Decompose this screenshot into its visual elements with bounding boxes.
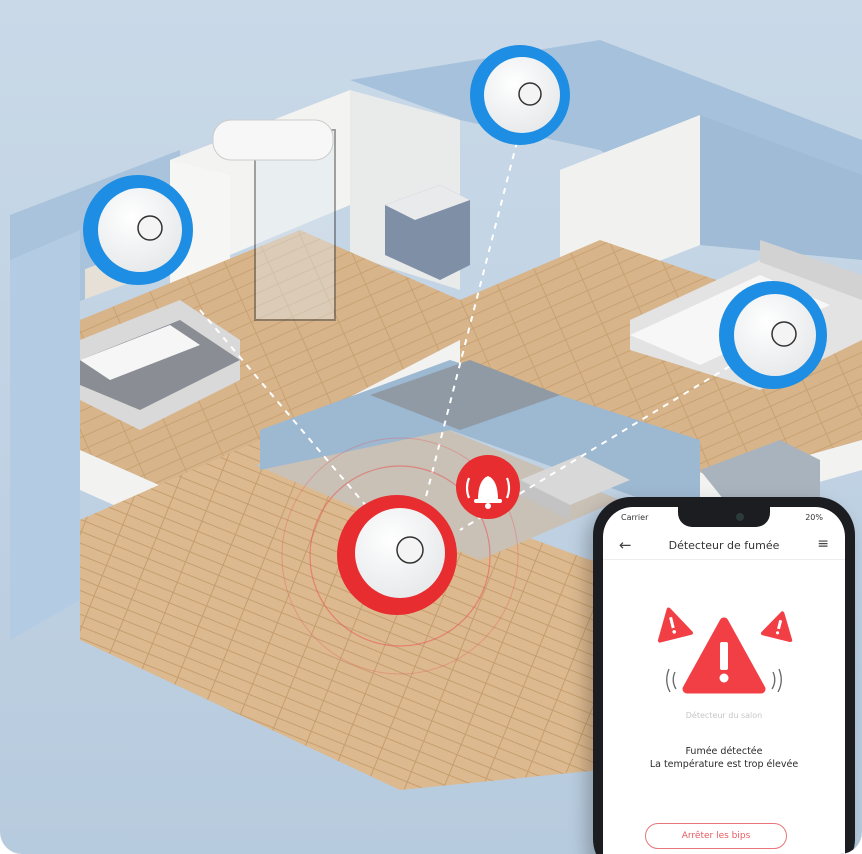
phone-notch	[678, 507, 770, 527]
alert-line-1: Fumée détectée	[685, 746, 763, 757]
bell-icon	[456, 455, 520, 519]
camera-icon	[736, 513, 744, 521]
smart-home-illustration: Carrier 20% ← Détecteur de fumée ≡ Détec…	[0, 0, 862, 854]
smoke-detector-icon	[719, 281, 827, 389]
warning-triangle-icon	[657, 607, 793, 694]
detector-name: Détecteur du salon	[685, 711, 763, 720]
phone-frame: Carrier 20% ← Détecteur de fumée ≡ Détec…	[593, 497, 855, 854]
divider	[603, 559, 845, 560]
alert-message: Fumée détectée La température est trop é…	[603, 745, 845, 771]
carrier-label: Carrier	[621, 513, 649, 522]
battery-label: 20%	[805, 513, 823, 522]
app-title: Détecteur de fumée	[668, 539, 780, 552]
phone-screen: Carrier 20% ← Détecteur de fumée ≡ Détec…	[603, 507, 845, 854]
phone-mockup: Carrier 20% ← Détecteur de fumée ≡ Détec…	[593, 497, 862, 854]
alert-line-2: La température est trop élevée	[649, 759, 799, 770]
stop-beeps-button[interactable]: Arrêter les bips	[645, 823, 787, 849]
menu-icon[interactable]: ≡	[817, 536, 829, 552]
smoke-detector-icon	[83, 175, 193, 285]
wall	[10, 230, 80, 640]
smoke-detector-alarm-icon	[337, 495, 457, 615]
smoke-detector-icon	[470, 45, 570, 145]
app-header: ← Détecteur de fumée ≡	[603, 531, 845, 559]
back-arrow-icon[interactable]: ←	[619, 536, 632, 554]
